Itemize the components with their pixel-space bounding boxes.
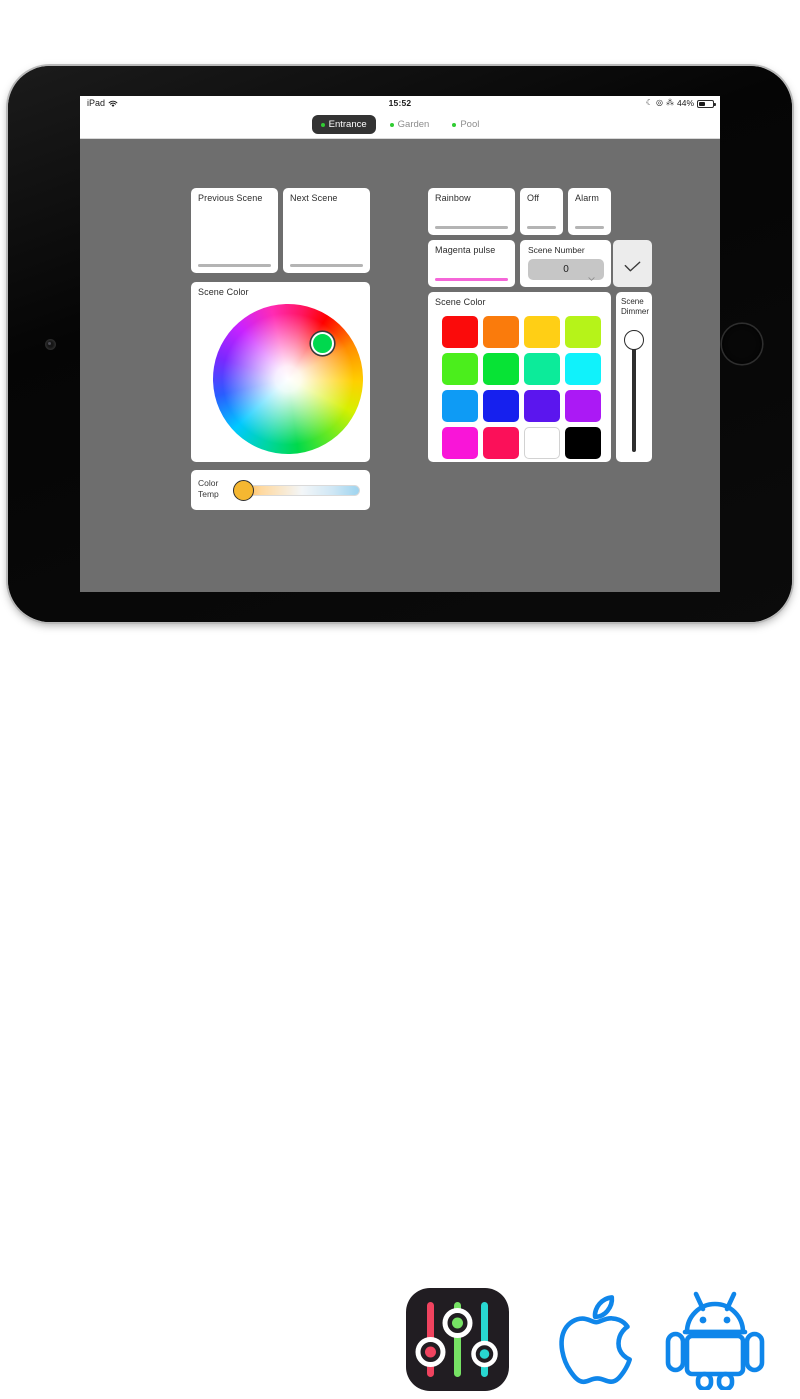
preset-alarm-label: Alarm	[575, 193, 600, 203]
tab-entrance-label: Entrance	[328, 119, 367, 130]
status-bar-right: ☾ ◎ ⁂ 44%	[645, 98, 716, 108]
color-temp-label-line2: Temp	[198, 488, 219, 499]
color-swatch-8[interactable]	[442, 390, 478, 422]
color-temp-label: Color Temp	[198, 478, 230, 499]
scene-number-label: Scene Number	[528, 245, 585, 255]
app-icon-sliders	[406, 1288, 509, 1391]
previous-scene-label: Previous Scene	[198, 193, 263, 203]
color-wheel-area[interactable]	[184, 275, 392, 483]
color-swatch-13[interactable]	[483, 427, 519, 459]
ipad-screen: iPad 15:52 ☾ ◎ ⁂ 44% Entrance Garden Poo…	[80, 96, 720, 592]
status-bar: iPad 15:52 ☾ ◎ ⁂ 44%	[80, 96, 720, 111]
preset-magenta-pulse-bar	[435, 277, 508, 281]
bluetooth-icon: ⁂	[665, 98, 674, 107]
scene-dimmer-label-line1: Scene	[621, 297, 644, 306]
color-swatch-4[interactable]	[442, 353, 478, 385]
scene-color-wheel-card[interactable]: Scene Color	[184, 275, 392, 483]
color-temp-card[interactable]: Color Temp	[191, 470, 370, 510]
front-camera-icon	[46, 340, 55, 349]
scene-dimmer-card[interactable]: Scene Dimmer	[616, 292, 652, 462]
color-wheel-knob[interactable]	[311, 332, 334, 355]
scene-number-card: Scene Number 0	[520, 240, 611, 287]
tab-pool[interactable]: Pool	[443, 115, 488, 134]
color-temp-slider-track[interactable]	[239, 484, 360, 496]
preset-rainbow-button[interactable]: Rainbow	[428, 188, 515, 235]
preset-rainbow-label: Rainbow	[435, 193, 471, 203]
zone-tab-bar: Entrance Garden Pool	[80, 111, 720, 139]
scene-number-select[interactable]: 0	[528, 259, 604, 281]
color-swatch-12[interactable]	[442, 427, 478, 459]
tab-garden[interactable]: Garden	[381, 115, 439, 134]
tab-entrance[interactable]: Entrance	[311, 115, 376, 134]
status-dot-icon	[452, 122, 457, 127]
color-swatch-15[interactable]	[565, 427, 601, 459]
battery-icon	[697, 100, 716, 108]
next-scene-bar	[290, 264, 363, 267]
color-swatch-0[interactable]	[442, 316, 478, 348]
scene-dimmer-knob[interactable]	[624, 330, 644, 350]
status-dot-icon	[389, 122, 394, 127]
preset-magenta-pulse-label: Magenta pulse	[435, 245, 496, 255]
color-wheel[interactable]	[184, 275, 392, 483]
previous-scene-bar	[198, 264, 271, 267]
next-scene-button[interactable]: Next Scene	[283, 188, 370, 273]
color-swatch-11[interactable]	[565, 390, 601, 422]
color-swatch-2[interactable]	[524, 316, 560, 348]
checkmark-icon	[624, 259, 641, 271]
scene-number-confirm-button[interactable]	[613, 240, 652, 287]
preset-alarm-bar	[575, 226, 604, 229]
status-bar-time: 15:52	[388, 98, 412, 108]
scene-dimmer-label: Scene Dimmer	[621, 297, 649, 318]
ipad-device-frame: iPad 15:52 ☾ ◎ ⁂ 44% Entrance Garden Poo…	[8, 66, 792, 622]
color-swatch-10[interactable]	[524, 390, 560, 422]
next-scene-label: Next Scene	[290, 193, 338, 203]
battery-percent-label: 44%	[676, 98, 694, 108]
scene-number-value: 0	[563, 264, 569, 275]
status-dot-icon	[320, 122, 325, 127]
color-swatch-14[interactable]	[524, 427, 560, 459]
control-surface: Previous Scene Next Scene Scene Color Co…	[80, 139, 720, 592]
home-button[interactable]	[722, 324, 762, 364]
color-swatch-1[interactable]	[483, 316, 519, 348]
color-swatch-6[interactable]	[524, 353, 560, 385]
apple-logo-icon	[546, 1286, 654, 1394]
preset-rainbow-bar	[435, 226, 508, 229]
color-swatch-9[interactable]	[483, 390, 519, 422]
moon-icon: ☾	[645, 98, 653, 107]
color-swatch-3[interactable]	[565, 316, 601, 348]
preset-off-label: Off	[527, 193, 540, 203]
scene-dimmer-label-line2: Dimmer	[621, 307, 649, 317]
color-swatch-7[interactable]	[565, 353, 601, 385]
scene-color-swatch-label: Scene Color	[435, 297, 486, 307]
location-icon: ◎	[656, 98, 663, 107]
platform-logos	[0, 640, 800, 1392]
color-temp-slider-knob[interactable]	[233, 479, 254, 501]
tab-garden-label: Garden	[397, 119, 430, 130]
scene-dimmer-track[interactable]	[632, 338, 636, 452]
previous-scene-button[interactable]: Previous Scene	[191, 188, 278, 273]
color-temp-label-line1: Color	[198, 478, 219, 488]
preset-off-button[interactable]: Off	[520, 188, 563, 235]
android-logo-icon	[660, 1290, 770, 1392]
preset-magenta-pulse-button[interactable]: Magenta pulse	[428, 240, 515, 287]
screenshot-stage: iPad 15:52 ☾ ◎ ⁂ 44% Entrance Garden Poo…	[0, 0, 800, 1392]
color-swatch-5[interactable]	[483, 353, 519, 385]
preset-off-bar	[527, 226, 556, 229]
chevron-down-icon	[588, 268, 595, 281]
scene-color-swatch-card: Scene Color	[428, 292, 611, 462]
tab-pool-label: Pool	[460, 119, 480, 130]
scene-color-swatch-grid[interactable]	[442, 316, 601, 459]
preset-alarm-button[interactable]: Alarm	[568, 188, 611, 235]
